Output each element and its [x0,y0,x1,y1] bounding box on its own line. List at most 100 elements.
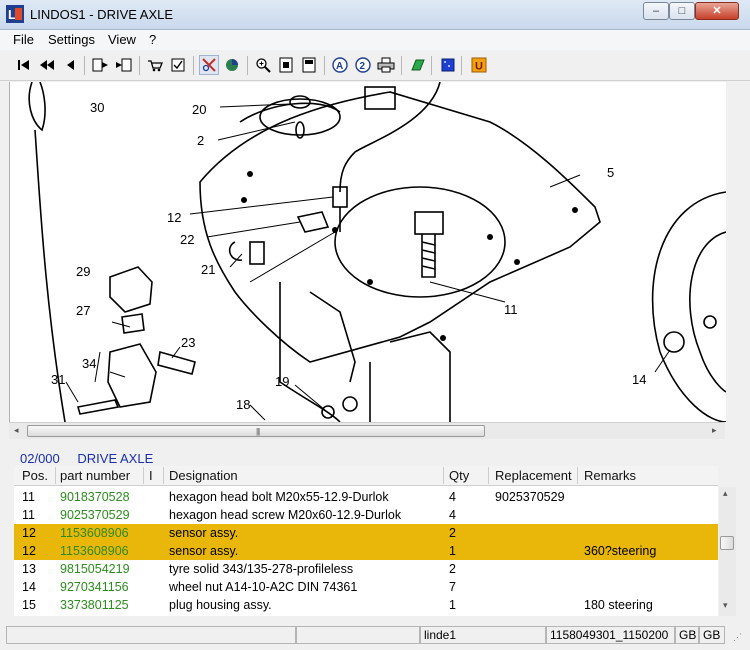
menu-file[interactable]: File [13,32,34,47]
scroll-right-icon[interactable]: ▸ [712,425,717,436]
filter-icon[interactable] [199,55,219,75]
page2-icon[interactable] [299,55,319,75]
callout-12[interactable]: 12 [167,210,181,225]
callout-34[interactable]: 34 [82,356,96,371]
menu-bar: File Settings View ? [0,30,750,50]
cell-pos: 15 [22,598,36,612]
parts-table: Pos. part number I Designation Qty Repla… [14,466,718,616]
col-pos[interactable]: Pos. [22,468,48,483]
cell-designation: hexagon head bolt M20x55-12.9-Durlok [169,490,389,504]
col-qty[interactable]: Qty [449,468,469,483]
cell-pos: 12 [22,526,36,540]
col-part-number[interactable]: part number [60,468,130,483]
svg-text:A: A [336,61,343,72]
menu-settings[interactable]: Settings [48,32,95,47]
callout-23[interactable]: 23 [181,335,195,350]
table-row[interactable]: 12 1153608906 sensor assy. 2 [14,524,718,542]
scroll-up-icon[interactable]: ▴ [723,488,728,499]
resize-grip-icon[interactable]: ⋰ [733,632,742,643]
page-icon[interactable] [276,55,296,75]
minimize-button[interactable]: – [643,2,669,20]
status-user: linde1 [420,626,546,644]
table-row[interactable]: 12 1153608906 sensor assy. 1 360?steering [14,542,718,560]
menu-view[interactable]: View [108,32,136,47]
callout-5[interactable]: 5 [607,165,614,180]
svg-text:2: 2 [360,61,366,72]
a-icon[interactable]: A [330,55,350,75]
cell-designation: hexagon head screw M20x60-12.9-Durlok [169,508,402,522]
callout-20[interactable]: 20 [192,102,206,117]
cell-part-number: 9270341156 [60,580,129,594]
callout-19[interactable]: 19 [275,374,289,389]
two-icon[interactable]: 2 [353,55,373,75]
status-lang-2: GB [699,626,725,644]
table-row[interactable]: 13 9815054219 tyre solid 343/135-278-profi… [14,560,718,578]
table-vertical-scrollbar[interactable]: ▴ ▾ [719,487,736,616]
cell-qty: 2 [449,562,456,576]
color-icon[interactable] [222,55,242,75]
col-remarks[interactable]: Remarks [584,468,636,483]
cell-qty: 2 [449,526,456,540]
cell-part-number: 9018370528 [60,490,130,504]
grip-icon: ||| [256,427,260,436]
callout-30[interactable]: 30 [90,100,104,115]
callout-31[interactable]: 31 [51,372,65,387]
cell-designation: sensor assy. [169,526,239,540]
callout-29[interactable]: 29 [76,264,90,279]
u-icon[interactable]: U [469,55,489,75]
green-icon[interactable] [408,55,428,75]
cell-qty: 7 [449,580,456,594]
callout-27[interactable]: 27 [76,303,90,318]
col-designation[interactable]: Designation [169,468,238,483]
checklist-icon[interactable] [168,55,188,75]
blue-icon[interactable] [438,55,458,75]
previous-page-icon[interactable] [37,55,57,75]
scroll-down-icon[interactable]: ▾ [723,600,728,611]
exploded-view-drawing[interactable]: 30 20 2 5 12 22 21 29 27 34 31 23 19 18 … [9,82,726,422]
table-row[interactable]: 14 9270341156 wheel nut A14-10-A2C DIN 743… [14,578,718,596]
callout-14[interactable]: 14 [632,372,646,387]
print-icon[interactable] [376,55,396,75]
table-row[interactable]: 15 3373801125 plug housing assy. 1 180 steer… [14,596,718,614]
cell-part-number: 9815054219 [60,562,130,576]
callout-11[interactable]: 11 [504,302,518,317]
import-icon[interactable] [114,55,134,75]
cell-designation: plug housing assy. [169,598,272,612]
drawing-horizontal-scrollbar[interactable]: ◂ ||| ▸ [9,422,725,439]
callout-21[interactable]: 21 [201,262,215,277]
callout-2[interactable]: 2 [197,133,204,148]
horizontal-scroll-thumb[interactable]: ||| [27,425,485,437]
cell-pos: 12 [22,544,36,558]
title-bar: L LINDOS1 - DRIVE AXLE – □ ✕ [0,0,750,30]
cell-pos: 11 [22,490,35,504]
export-icon[interactable] [91,55,111,75]
table-row[interactable]: 11 9018370528 hexagon head bolt M20x55-12.… [14,488,718,506]
vertical-scroll-thumb[interactable] [720,536,734,550]
callout-18[interactable]: 18 [236,397,250,412]
scroll-left-icon[interactable]: ◂ [14,425,19,436]
cell-remarks: 180 steering [584,598,653,612]
status-lang-1: GB [675,626,699,644]
cell-qty: 1 [449,544,456,558]
close-button[interactable]: ✕ [695,2,739,20]
svg-text:L: L [8,7,16,22]
table-row[interactable]: 11 9025370529 hexagon head screw M20x60-12… [14,506,718,524]
col-replacement[interactable]: Replacement [495,468,572,483]
menu-help[interactable]: ? [149,32,156,47]
cell-part-number: 3373801125 [60,598,129,612]
previous-icon[interactable] [60,55,80,75]
callout-22[interactable]: 22 [180,232,194,247]
cell-qty: 4 [449,490,456,504]
zoom-icon[interactable] [253,55,273,75]
toolbar: A 2 U [0,50,750,81]
cell-designation: tyre solid 343/135-278-profileless [169,562,354,576]
cell-pos: 13 [22,562,36,576]
first-icon[interactable] [14,55,34,75]
col-i[interactable]: I [149,468,153,483]
maximize-button[interactable]: □ [669,2,695,20]
status-panel-empty-1 [6,626,296,644]
window-title: LINDOS1 - DRIVE AXLE [30,7,174,22]
assembly-title: DRIVE AXLE [77,451,154,466]
cart-icon[interactable] [145,55,165,75]
cell-pos: 11 [22,508,35,522]
